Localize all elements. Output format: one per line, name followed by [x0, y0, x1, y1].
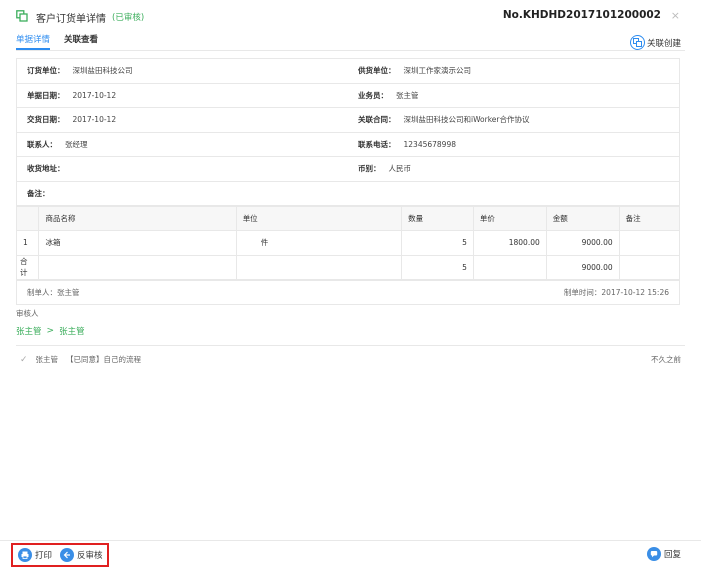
column-header: 单价 — [472, 205, 547, 231]
unaudit-label: 反审核 — [77, 551, 103, 561]
approver-name: 张主管 — [59, 327, 85, 337]
field-value: 深圳盐田科技公司和iWorker合作协议 — [403, 115, 530, 125]
product-price: 1800.00 — [472, 230, 547, 256]
flow-record: ✓ 张主管 【已同意】自己的流程 不久之前 — [20, 354, 681, 365]
copy-icon — [16, 10, 28, 22]
info-cell: 业务员： 张主管 — [348, 84, 679, 108]
approver-label: 审核人 — [16, 309, 39, 318]
info-cell: 收货地址： — [17, 157, 348, 181]
table-header-row: 商品名称 单位 数量 单价 金额 备注 — [17, 205, 679, 231]
total-label: 合计 — [17, 254, 40, 280]
status-badge: (已审核) — [112, 13, 145, 23]
print-button[interactable]: 打印 — [18, 548, 52, 562]
total-empty — [472, 254, 547, 280]
total-qty: 5 — [401, 254, 474, 280]
field-label: 联系电话： — [358, 139, 396, 149]
total-empty — [618, 254, 679, 280]
remark-label: 备注： — [17, 182, 679, 206]
field-label: 收货地址： — [27, 164, 65, 174]
approver-chain: 张主管 > 张主管 — [16, 325, 85, 337]
product-qty: 5 — [401, 230, 474, 256]
field-label: 交货日期： — [27, 115, 65, 125]
field-value: 张经理 — [65, 139, 88, 149]
field-value: 2017-10-12 — [72, 115, 117, 125]
divider — [16, 345, 685, 346]
info-row: 收货地址： 币别： 人民币 — [17, 157, 679, 182]
doc-footer: 制单人：张主管 制单时间：2017-10-12 15:26 — [17, 280, 679, 304]
product-unit: 件 — [235, 230, 403, 256]
page-title: 客户订货单详情 — [36, 14, 106, 25]
link-create-button[interactable]: 关联创建 — [629, 35, 681, 50]
field-value: 深圳工作家演示公司 — [403, 66, 472, 76]
total-amount: 9000.00 — [545, 254, 620, 280]
column-header: 单位 — [235, 205, 403, 231]
info-row: 联系人： 张经理 联系电话： 12345678998 — [17, 133, 679, 157]
order-detail-panel: 订货单位： 深圳盐田科技公司 供货单位： 深圳工作家演示公司 单据日期： 2017-1… — [16, 58, 680, 305]
info-cell: 关联合同： 深圳盐田科技公司和iWorker合作协议 — [348, 108, 679, 132]
link-create-label: 关联创建 — [646, 38, 681, 49]
flow-time: 不久之前 — [651, 355, 681, 364]
info-cell: 交货日期： 2017-10-12 — [17, 108, 348, 132]
product-name: 冰箱 — [38, 230, 237, 256]
tab-details[interactable]: 单据详情 — [16, 33, 51, 50]
field-value: 12345678998 — [403, 139, 457, 149]
bottom-divider — [0, 540, 701, 541]
total-empty — [38, 254, 237, 280]
total-empty — [235, 254, 403, 280]
field-label: 供货单位： — [358, 66, 396, 76]
info-cell: 订货单位： 深圳盐田科技公司 — [17, 59, 348, 83]
info-row: 单据日期： 2017-10-12 业务员： 张主管 — [17, 84, 679, 108]
header: 客户订货单详情 (已审核) No.KHDHD2017101200002 × — [0, 0, 701, 32]
field-label: 币别： — [358, 164, 381, 174]
field-value: 张主管 — [396, 90, 419, 100]
flow-user: 张主管 — [35, 355, 59, 364]
unaudit-button[interactable]: 反审核 — [60, 548, 103, 562]
info-cell: 币别： 人民币 — [348, 157, 679, 181]
created-time: 制单时间：2017-10-12 15:26 — [563, 288, 669, 297]
field-value: 人民币 — [388, 164, 412, 174]
row-index: 1 — [17, 230, 40, 256]
field-label: 联系人： — [27, 139, 57, 149]
arrow-left-icon — [60, 548, 75, 562]
chevron-right-icon: > — [46, 326, 55, 336]
items-table: 商品名称 单位 数量 单价 金额 备注 1 冰箱 件 5 1800.00 900… — [17, 205, 679, 281]
reply-label: 回复 — [663, 550, 681, 560]
info-row: 交货日期： 2017-10-12 关联合同： 深圳盐田科技公司和iWorker合作协… — [17, 108, 679, 133]
info-cell: 联系电话： 12345678998 — [348, 133, 679, 157]
action-group-highlight: 打印 反审核 — [11, 543, 109, 567]
info-row: 订货单位： 深圳盐田科技公司 供货单位： 深圳工作家演示公司 — [17, 59, 679, 84]
order-number: No.KHDHD2017101200002 — [502, 9, 661, 21]
field-label: 关联合同： — [358, 115, 396, 125]
field-label: 订货单位： — [27, 66, 65, 76]
column-header — [17, 205, 40, 231]
tabs-divider — [16, 50, 685, 51]
field-value: 深圳盐田科技公司 — [72, 66, 133, 76]
field-label: 业务员： — [358, 90, 388, 100]
link-create-icon — [629, 35, 645, 50]
table-row: 1 冰箱 件 5 1800.00 9000.00 — [17, 230, 679, 256]
column-header: 备注 — [618, 205, 679, 231]
creator: 制单人：张主管 — [27, 288, 80, 297]
field-label: 单据日期： — [27, 90, 65, 100]
info-cell: 供货单位： 深圳工作家演示公司 — [348, 59, 679, 83]
print-icon — [18, 548, 32, 562]
close-icon[interactable]: × — [671, 9, 680, 22]
check-icon: ✓ — [20, 354, 28, 365]
column-header: 金额 — [545, 205, 620, 231]
tab-related[interactable]: 关联查看 — [64, 33, 98, 45]
approver-name: 张主管 — [16, 327, 42, 337]
comment-icon — [646, 547, 661, 561]
total-row: 合计 5 9000.00 — [17, 254, 679, 280]
print-label: 打印 — [35, 551, 53, 561]
product-amount: 9000.00 — [545, 230, 620, 256]
product-note — [618, 230, 679, 256]
field-value: 2017-10-12 — [72, 90, 117, 100]
info-cell: 单据日期： 2017-10-12 — [17, 84, 348, 108]
info-cell: 联系人： 张经理 — [17, 133, 348, 157]
flow-action: 【已同意】自己的流程 — [66, 355, 142, 364]
column-header: 数量 — [401, 205, 474, 231]
column-header: 商品名称 — [38, 205, 237, 231]
reply-button[interactable]: 回复 — [646, 547, 681, 561]
